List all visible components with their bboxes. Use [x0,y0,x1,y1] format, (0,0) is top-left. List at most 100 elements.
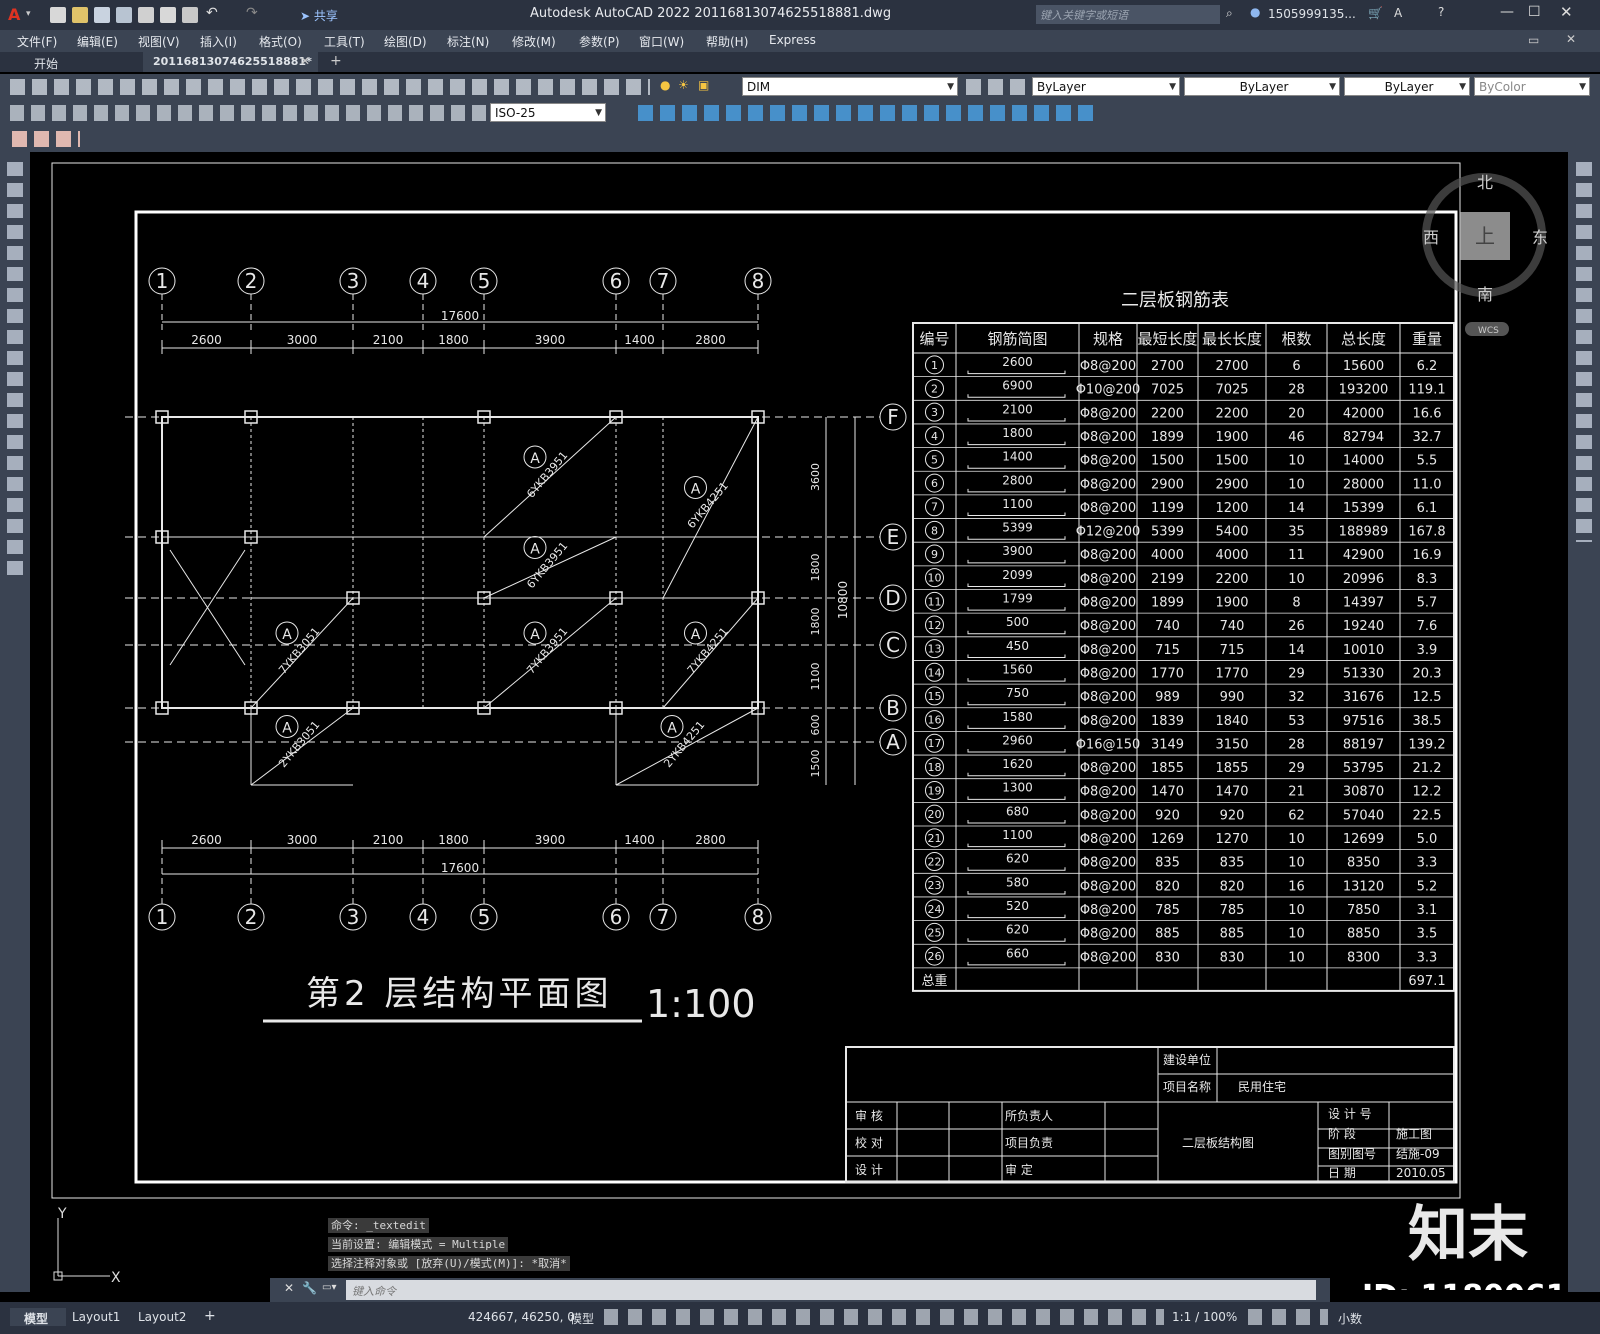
app-menu-chevron-icon[interactable]: ▾ [26,9,31,19]
sun-icon[interactable]: ☀ [678,78,689,92]
menu-dimension[interactable]: 标注(N) [447,33,489,50]
table-cell: 167.8 [1408,525,1445,540]
viewcube-east[interactable]: 东 [1532,228,1548,247]
menu-format[interactable]: 格式(O) [259,33,302,50]
open-from-web-icon[interactable] [138,7,154,23]
drawing-svg[interactable]: 1122334455667788176002600 3000 2100 1800 390… [30,152,1568,1290]
extra-toolbar-icons[interactable] [12,131,80,147]
status-toggle-icons[interactable] [604,1309,1164,1325]
tab-layout1[interactable]: Layout1 [72,1310,120,1324]
help-icon[interactable]: ? [1438,5,1444,19]
tab-model[interactable]: 模型 [10,1308,66,1326]
close-button[interactable]: ✕ [1560,3,1573,21]
save-to-web-icon[interactable] [160,7,176,23]
autodesk-app-icon[interactable]: A [1394,6,1402,20]
doc-close-icon[interactable]: ✕ [1566,32,1576,46]
lock-icon[interactable]: ▣ [698,78,709,92]
modify-tool-icons[interactable] [1576,162,1592,542]
viewcube-west[interactable]: 西 [1423,228,1439,247]
menu-modify[interactable]: 修改(M) [512,33,556,50]
menu-bar: 文件(F) 编辑(E) 视图(V) 插入(I) 格式(O) 工具(T) 绘图(D… [0,30,1600,52]
standard-toolbar-icons[interactable] [10,79,650,95]
viewcube-north[interactable]: 北 [1477,173,1493,192]
plotstyle-select[interactable]: ByColor ▼ [1474,77,1590,96]
bulb-icon[interactable]: ● [660,78,670,92]
plot-icon[interactable] [182,7,198,23]
layer-state-icons[interactable]: ● ☀ ▣ [660,78,740,96]
table-cell: Φ8@200 [1080,359,1136,374]
table-cell: 193200 [1339,383,1389,398]
total-label: 总重 [921,973,947,989]
tab-drawing[interactable]: 20116813074625518881* ✕ [143,52,318,72]
workspace-icons[interactable] [1248,1309,1328,1325]
table-header: 规格 [1093,330,1123,348]
dim-span: 3000 [287,833,318,847]
annotation-scale[interactable]: 1:1 / 100% [1172,1310,1237,1324]
tab-start[interactable]: 开始 [0,52,140,72]
units-select[interactable]: 小数 [1338,1310,1362,1327]
add-layout-button[interactable]: + [204,1308,216,1324]
command-close-icon[interactable]: ✕ [284,1281,294,1295]
undo-icon[interactable]: ↶ [206,5,218,21]
table-cell: Φ8@200 [1080,406,1136,421]
menu-tools[interactable]: 工具(T) [324,33,365,50]
new-tab-button[interactable]: + [330,53,342,69]
viewcube[interactable]: 上 北 南 西 东 WCS [1422,173,1548,336]
menu-edit[interactable]: 编辑(E) [77,33,118,50]
dim-span: 3900 [535,833,566,847]
table-cell: Φ8@200 [1080,808,1136,823]
menu-view[interactable]: 视图(V) [138,33,180,50]
menu-window[interactable]: 窗口(W) [639,33,684,50]
draw-tool-icons[interactable] [7,162,23,582]
dim-span: 2800 [695,833,726,847]
save-as-icon[interactable] [116,7,132,23]
drawing-canvas[interactable]: 1 1 2 2 3 3 4 4 5 5 6 6 7 7 8 8 17600 2600 3000 2100 1800 390… [30,152,1568,1290]
table-cell: 1770 [1215,666,1248,681]
doc-restore-icon[interactable]: ▭ [1528,33,1539,47]
modify-toolbar-icons[interactable] [638,105,1098,121]
search-icon[interactable]: ⌕ [1226,6,1233,21]
save-icon[interactable] [94,7,110,23]
coordinates-readout[interactable]: 424667, 46250, 0 [468,1310,575,1324]
menu-insert[interactable]: 插入(I) [200,33,237,50]
model-space-button[interactable]: 模型 [570,1310,594,1327]
tb-role: 所负责人 [1005,1109,1053,1123]
menu-help[interactable]: 帮助(H) [706,33,748,50]
share-button[interactable]: ➤ 共享 [300,7,338,24]
dimension-toolbar: ISO-25 ▼ [0,100,1600,126]
menu-draw[interactable]: 绘图(D) [384,33,427,50]
user-name[interactable]: 1505999135... [1268,7,1356,21]
new-file-icon[interactable] [50,7,66,23]
table-cell: 885 [1220,927,1245,942]
command-input[interactable]: 键入命令 [346,1280,1316,1300]
lineweight-select[interactable]: ByLayer ▼ [1344,77,1470,96]
cart-icon[interactable]: 🛒 [1368,6,1383,20]
dimension-toolbar-icons[interactable] [10,105,486,121]
minimize-button[interactable]: — [1500,4,1514,20]
textstyle-select[interactable]: ISO-25 ▼ [490,103,606,122]
search-input[interactable]: 键入关键字或短语 [1036,5,1220,24]
tab-close-icon[interactable]: ✕ [300,54,310,68]
maximize-button[interactable]: ☐ [1528,4,1541,20]
table-cell: 26 [1288,619,1305,634]
menu-file[interactable]: 文件(F) [17,33,57,50]
menu-express[interactable]: Express [769,33,816,47]
total-weight: 697.1 [1408,974,1445,989]
table-cell: 20.3 [1413,666,1442,681]
table-title: 二层板钢筋表 [1121,290,1229,311]
customize-icon[interactable]: 🔧 [302,1281,317,1295]
layer-tools-icons[interactable] [966,79,1026,95]
linetype-select[interactable]: ByLayer ▼ [1184,77,1340,96]
tab-layout2[interactable]: Layout2 [138,1310,186,1324]
color-select[interactable]: ByLayer ▼ [1032,77,1180,96]
open-file-icon[interactable] [72,7,88,23]
autocad-logo-icon[interactable]: A [8,5,20,24]
dimstyle-select[interactable]: DIM ▼ [742,77,958,96]
menu-parametric[interactable]: 参数(P) [579,33,620,50]
rebar-shape [967,488,1066,493]
recent-commands-icon[interactable]: ▭▾ [322,1282,336,1293]
viewcube-south[interactable]: 南 [1477,285,1493,304]
redo-icon[interactable]: ↷ [246,5,258,21]
draw-toolbar [0,152,30,1292]
table-cell: 2700 [1151,359,1184,374]
